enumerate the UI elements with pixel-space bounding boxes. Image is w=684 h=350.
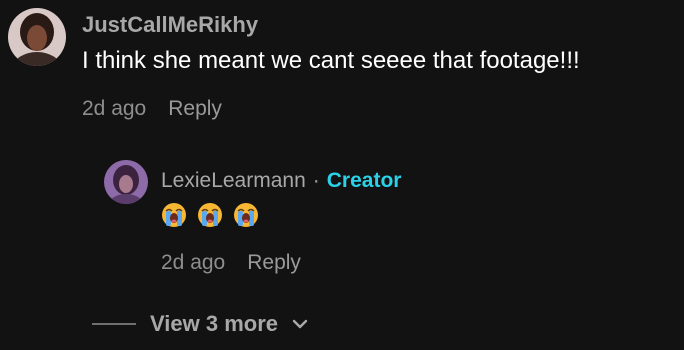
divider-line [92, 323, 136, 325]
commenter-avatar[interactable] [8, 8, 66, 66]
comment-meta: 2d ago Reply [82, 96, 222, 122]
view-more-replies-button[interactable]: View 3 more [92, 310, 308, 338]
view-more-label: View 3 more [150, 311, 278, 336]
commenter-username[interactable]: JustCallMeRikhy [82, 12, 258, 38]
comment-thread: JustCallMeRikhy I think she meant we can… [0, 0, 684, 350]
crying-face-emoji-icon [233, 202, 259, 228]
reply-timestamp: 2d ago [161, 251, 226, 274]
reply-text [161, 202, 259, 228]
reply-button[interactable]: Reply [168, 96, 222, 122]
separator-dot: · [312, 169, 320, 192]
creator-avatar[interactable] [104, 160, 148, 204]
comment-timestamp: 2d ago [82, 97, 147, 120]
crying-face-emoji-icon [161, 202, 187, 228]
reply-meta: 2d ago Reply [161, 250, 301, 276]
reply-header: LexieLearmann · Creator [161, 168, 401, 194]
creator-username[interactable]: LexieLearmann [161, 168, 306, 194]
creator-badge: Creator [326, 169, 402, 192]
chevron-down-icon [292, 318, 308, 330]
reply-to-reply-button[interactable]: Reply [247, 250, 301, 276]
crying-face-emoji-icon [197, 202, 223, 228]
comment-text: I think she meant we cant seeee that foo… [82, 47, 580, 74]
